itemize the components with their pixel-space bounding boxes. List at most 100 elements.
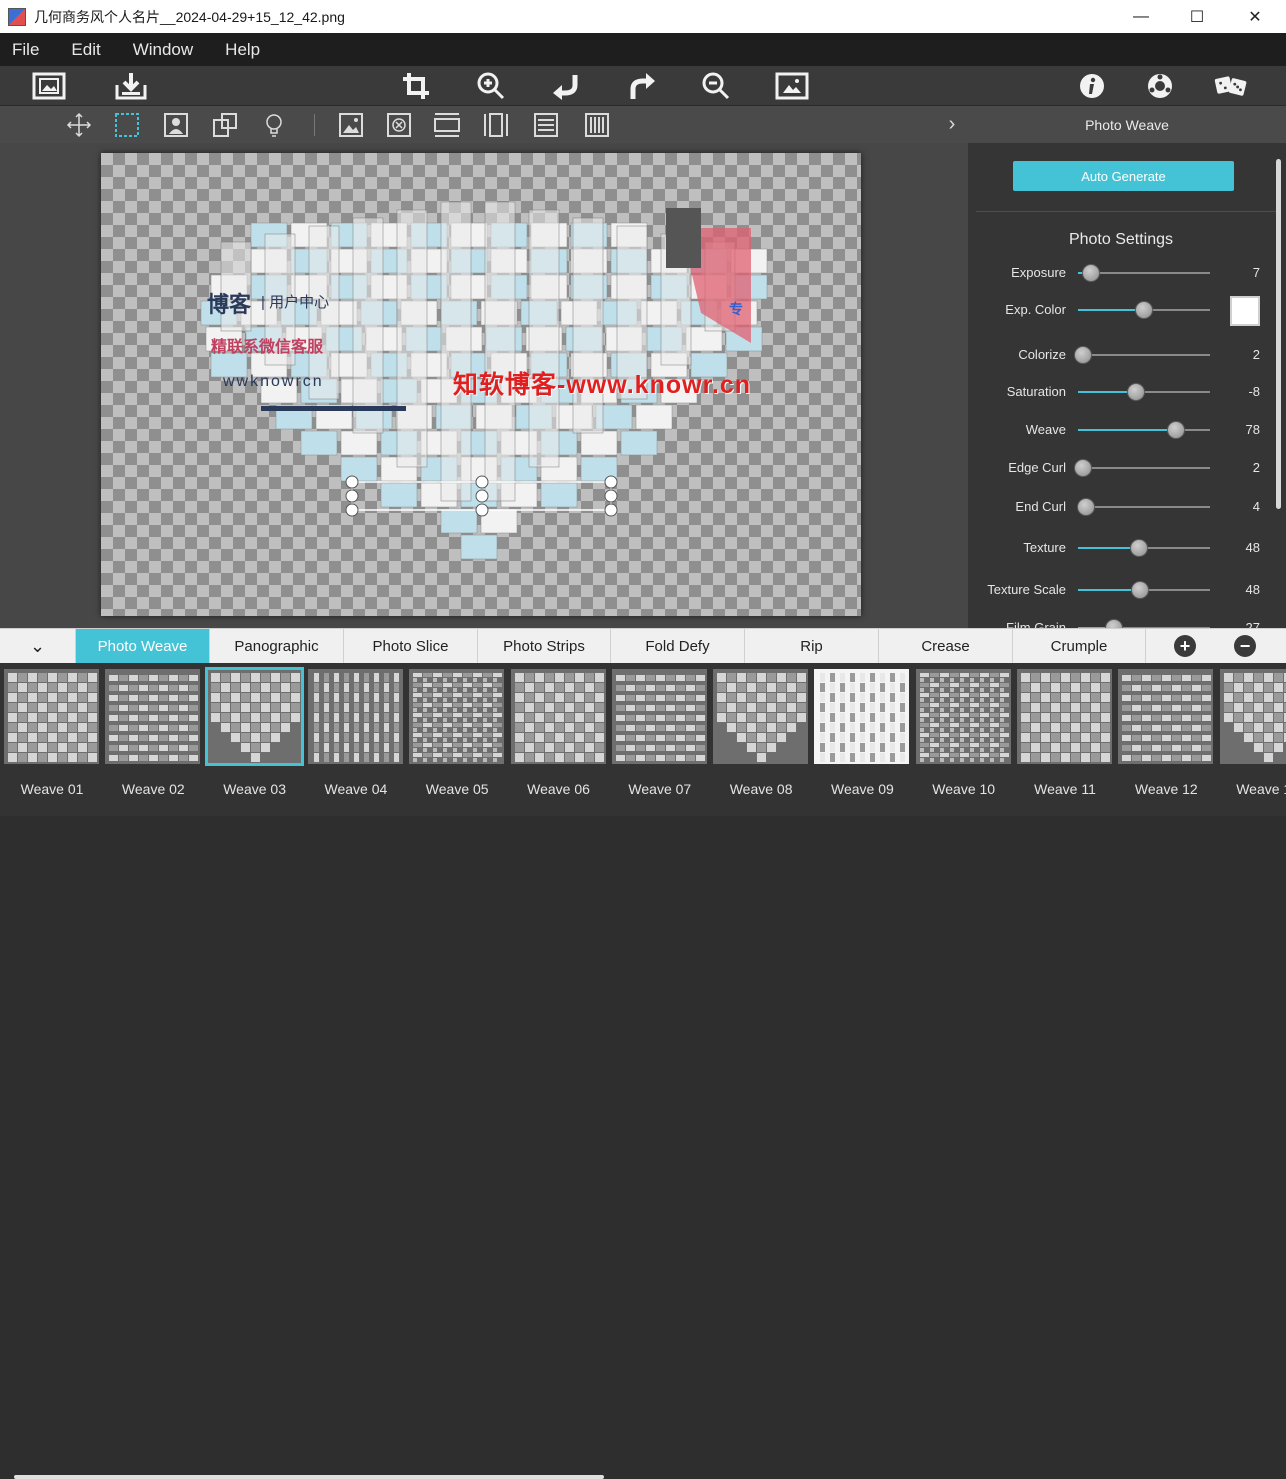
crop-button[interactable] bbox=[399, 70, 433, 102]
remove-preset-button[interactable]: − bbox=[1234, 635, 1256, 657]
undo-button[interactable] bbox=[549, 70, 583, 102]
transform-tool[interactable] bbox=[209, 109, 241, 140]
image-canvas[interactable]: 博客 | 用户中心 精联系微信客服 wwknowrcn 专 知软博客-www.k… bbox=[101, 153, 861, 616]
zoom-out-button[interactable] bbox=[699, 70, 733, 102]
rows-tool[interactable] bbox=[530, 109, 562, 140]
columns-tool[interactable] bbox=[581, 109, 613, 140]
zoom-in-icon bbox=[477, 72, 505, 100]
exposure-color-swatch[interactable] bbox=[1230, 296, 1260, 326]
add-preset-button[interactable]: + bbox=[1174, 635, 1196, 657]
preset-weave-01[interactable]: Weave 01 bbox=[4, 669, 99, 797]
preset-weave-09[interactable]: Weave 09 bbox=[814, 669, 910, 797]
preset-thumbnail bbox=[510, 669, 606, 764]
slider-value: 4 bbox=[1252, 499, 1260, 514]
clear-icon bbox=[387, 112, 411, 137]
collapse-chevron-down-icon[interactable]: ⌄ bbox=[0, 629, 76, 664]
preset-weave-11[interactable]: Weave 11 bbox=[1017, 669, 1112, 797]
colorize-slider[interactable] bbox=[1074, 346, 1210, 364]
tab-photo-slice[interactable]: Photo Slice bbox=[344, 629, 478, 664]
texture-slider[interactable] bbox=[1078, 539, 1210, 557]
open-image-button[interactable] bbox=[32, 70, 66, 102]
select-tool[interactable] bbox=[111, 109, 143, 140]
texture-scale-slider[interactable] bbox=[1078, 581, 1210, 599]
align-vertical-tool[interactable] bbox=[480, 109, 512, 140]
fit-image-icon bbox=[775, 72, 809, 100]
redo-button[interactable] bbox=[625, 70, 659, 102]
preset-label: Weave 07 bbox=[628, 781, 692, 797]
preset-weave-13[interactable]: Weave 13 bbox=[1219, 669, 1286, 797]
zoom-out-icon bbox=[702, 72, 730, 100]
minimize-button[interactable]: — bbox=[1118, 0, 1164, 33]
preset-weave-06[interactable]: Weave 06 bbox=[510, 669, 606, 797]
slider-thumb[interactable] bbox=[1074, 459, 1092, 477]
slider-thumb[interactable] bbox=[1082, 264, 1100, 282]
portrait-tool[interactable] bbox=[160, 109, 192, 140]
save-button[interactable] bbox=[114, 70, 148, 102]
auto-generate-button[interactable]: Auto Generate bbox=[1013, 161, 1234, 191]
preset-label: Weave 10 bbox=[932, 781, 996, 797]
saturation-slider[interactable] bbox=[1078, 383, 1210, 401]
tab-crease[interactable]: Crease bbox=[879, 629, 1013, 664]
slider-thumb[interactable] bbox=[1074, 346, 1092, 364]
tab-photo-weave[interactable]: Photo Weave bbox=[76, 629, 210, 664]
menu-edit[interactable]: Edit bbox=[51, 40, 112, 60]
align-horizontal-tool[interactable] bbox=[431, 109, 463, 140]
tab-crumple[interactable]: Crumple bbox=[1013, 629, 1146, 664]
slider-thumb[interactable] bbox=[1130, 539, 1148, 557]
tab-photo-strips[interactable]: Photo Strips bbox=[478, 629, 611, 664]
tab-rip[interactable]: Rip bbox=[745, 629, 879, 664]
image-tool[interactable] bbox=[335, 109, 367, 140]
preset-thumbnail-frame bbox=[4, 669, 99, 764]
preset-thumbnail bbox=[915, 669, 1011, 764]
save-download-icon bbox=[115, 73, 147, 100]
end-curl-slider[interactable] bbox=[1077, 498, 1210, 516]
slider-thumb[interactable] bbox=[1167, 421, 1185, 439]
menu-help[interactable]: Help bbox=[205, 40, 272, 60]
random-button[interactable] bbox=[1214, 70, 1248, 102]
menu-window[interactable]: Window bbox=[113, 40, 205, 60]
tab-panographic[interactable]: Panographic bbox=[210, 629, 344, 664]
menu-file[interactable]: File bbox=[0, 40, 51, 60]
preset-weave-08[interactable]: Weave 08 bbox=[713, 669, 809, 797]
tab-fold-defy[interactable]: Fold Defy bbox=[611, 629, 745, 664]
slider-thumb[interactable] bbox=[1127, 383, 1145, 401]
exp-color-slider[interactable] bbox=[1078, 301, 1210, 319]
preset-thumbnail bbox=[105, 669, 201, 764]
preset-scrollbar[interactable] bbox=[14, 1475, 604, 1479]
maximize-button[interactable]: ☐ bbox=[1174, 0, 1220, 33]
preset-weave-10[interactable]: Weave 10 bbox=[915, 669, 1011, 797]
preset-weave-03[interactable]: Weave 03 bbox=[204, 667, 304, 797]
panel-scrollbar[interactable] bbox=[1276, 159, 1281, 509]
slider-thumb[interactable] bbox=[1077, 498, 1095, 516]
edge-curl-slider[interactable] bbox=[1074, 459, 1210, 477]
weave-slider[interactable] bbox=[1078, 421, 1210, 439]
preset-label: Weave 12 bbox=[1134, 781, 1198, 797]
preset-thumbnail-frame bbox=[814, 669, 910, 764]
clear-tool[interactable] bbox=[383, 109, 415, 140]
settings-button[interactable] bbox=[1143, 70, 1177, 102]
preset-weave-07[interactable]: Weave 07 bbox=[611, 669, 707, 797]
main-toolbar bbox=[0, 66, 1286, 106]
panel-toggle-chevron-right-icon[interactable]: › bbox=[940, 106, 964, 143]
slider-row-texture: Texture 48 bbox=[968, 536, 1274, 560]
slider-label: Edge Curl bbox=[1008, 460, 1066, 475]
settings-panel: Auto Generate Photo Settings Exposure 7 Ex… bbox=[968, 143, 1286, 637]
exposure-slider[interactable] bbox=[1078, 264, 1210, 282]
close-button[interactable]: ✕ bbox=[1232, 0, 1278, 33]
slider-thumb[interactable] bbox=[1131, 581, 1149, 599]
toolbar-separator bbox=[314, 114, 315, 136]
zoom-in-button[interactable] bbox=[474, 70, 508, 102]
preset-thumbnail-frame bbox=[204, 667, 304, 766]
preset-weave-05[interactable]: Weave 05 bbox=[409, 669, 505, 797]
preset-weave-04[interactable]: Weave 04 bbox=[307, 669, 403, 797]
fit-image-button[interactable] bbox=[775, 70, 809, 102]
slider-value: 2 bbox=[1252, 347, 1260, 362]
selection-handles[interactable] bbox=[101, 153, 861, 616]
info-button[interactable] bbox=[1075, 70, 1109, 102]
move-tool[interactable] bbox=[63, 109, 95, 140]
slider-thumb[interactable] bbox=[1135, 301, 1153, 319]
preset-weave-12[interactable]: Weave 12 bbox=[1118, 669, 1214, 797]
bulb-tool[interactable] bbox=[258, 109, 290, 140]
preset-weave-02[interactable]: Weave 02 bbox=[105, 669, 201, 797]
crop-icon bbox=[403, 73, 429, 99]
